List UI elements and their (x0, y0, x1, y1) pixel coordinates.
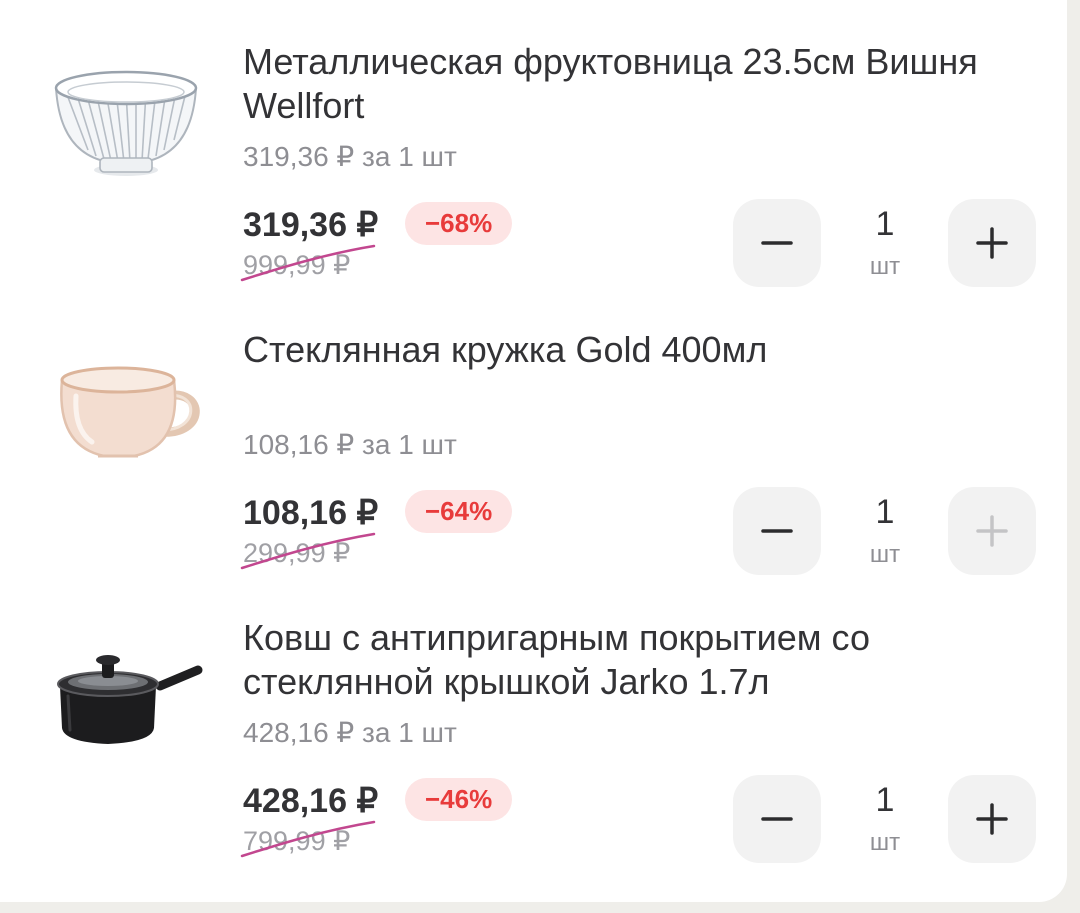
minus-icon (761, 817, 793, 821)
plus-icon (976, 227, 1008, 259)
discount-badge: −64% (405, 490, 513, 533)
cart-items-card: Металлическая фруктовница 23.5см Вишня W… (0, 0, 1067, 902)
increase-quantity-button-disabled[interactable] (948, 487, 1036, 575)
product-title[interactable]: Ковш с антипригарным покрытием со стекля… (243, 616, 983, 704)
decrease-quantity-button[interactable] (733, 487, 821, 575)
decrease-quantity-button[interactable] (733, 775, 821, 863)
fruit-bowl-image (54, 70, 198, 176)
cart-item: Ковш с антипригарным покрытием со стекля… (0, 576, 1067, 866)
product-title[interactable]: Стеклянная кружка Gold 400мл (243, 328, 983, 372)
increase-quantity-button[interactable] (948, 199, 1036, 287)
quantity-value: 1 (875, 493, 895, 531)
quantity-unit: шт (869, 253, 901, 280)
quantity-value: 1 (875, 781, 895, 819)
cart-item: Стеклянная кружка Gold 400мл 108,16 ₽ за… (0, 288, 1067, 578)
discount-badge: −46% (405, 778, 513, 821)
product-image[interactable] (48, 640, 204, 768)
glass-mug-image (60, 366, 200, 458)
unit-price: 108,16 ₽ за 1 шт (243, 429, 457, 460)
quantity-unit: шт (869, 829, 901, 856)
price-strike-line (240, 532, 376, 570)
product-image[interactable] (48, 344, 204, 472)
minus-icon (761, 241, 793, 245)
product-image[interactable] (48, 58, 204, 186)
discount-badge: −68% (405, 202, 513, 245)
plus-icon (976, 515, 1008, 547)
price-strike-line (240, 820, 376, 858)
increase-quantity-button[interactable] (948, 775, 1036, 863)
price-strike-line (240, 244, 376, 282)
quantity-value: 1 (875, 205, 895, 243)
unit-price: 428,16 ₽ за 1 шт (243, 717, 457, 748)
cart-item: Металлическая фруктовница 23.5см Вишня W… (0, 0, 1067, 290)
minus-icon (761, 529, 793, 533)
plus-icon (976, 803, 1008, 835)
saucepan-image (57, 655, 203, 744)
unit-price: 319,36 ₽ за 1 шт (243, 141, 457, 172)
quantity-unit: шт (869, 541, 901, 568)
decrease-quantity-button[interactable] (733, 199, 821, 287)
product-title[interactable]: Металлическая фруктовница 23.5см Вишня W… (243, 40, 983, 128)
